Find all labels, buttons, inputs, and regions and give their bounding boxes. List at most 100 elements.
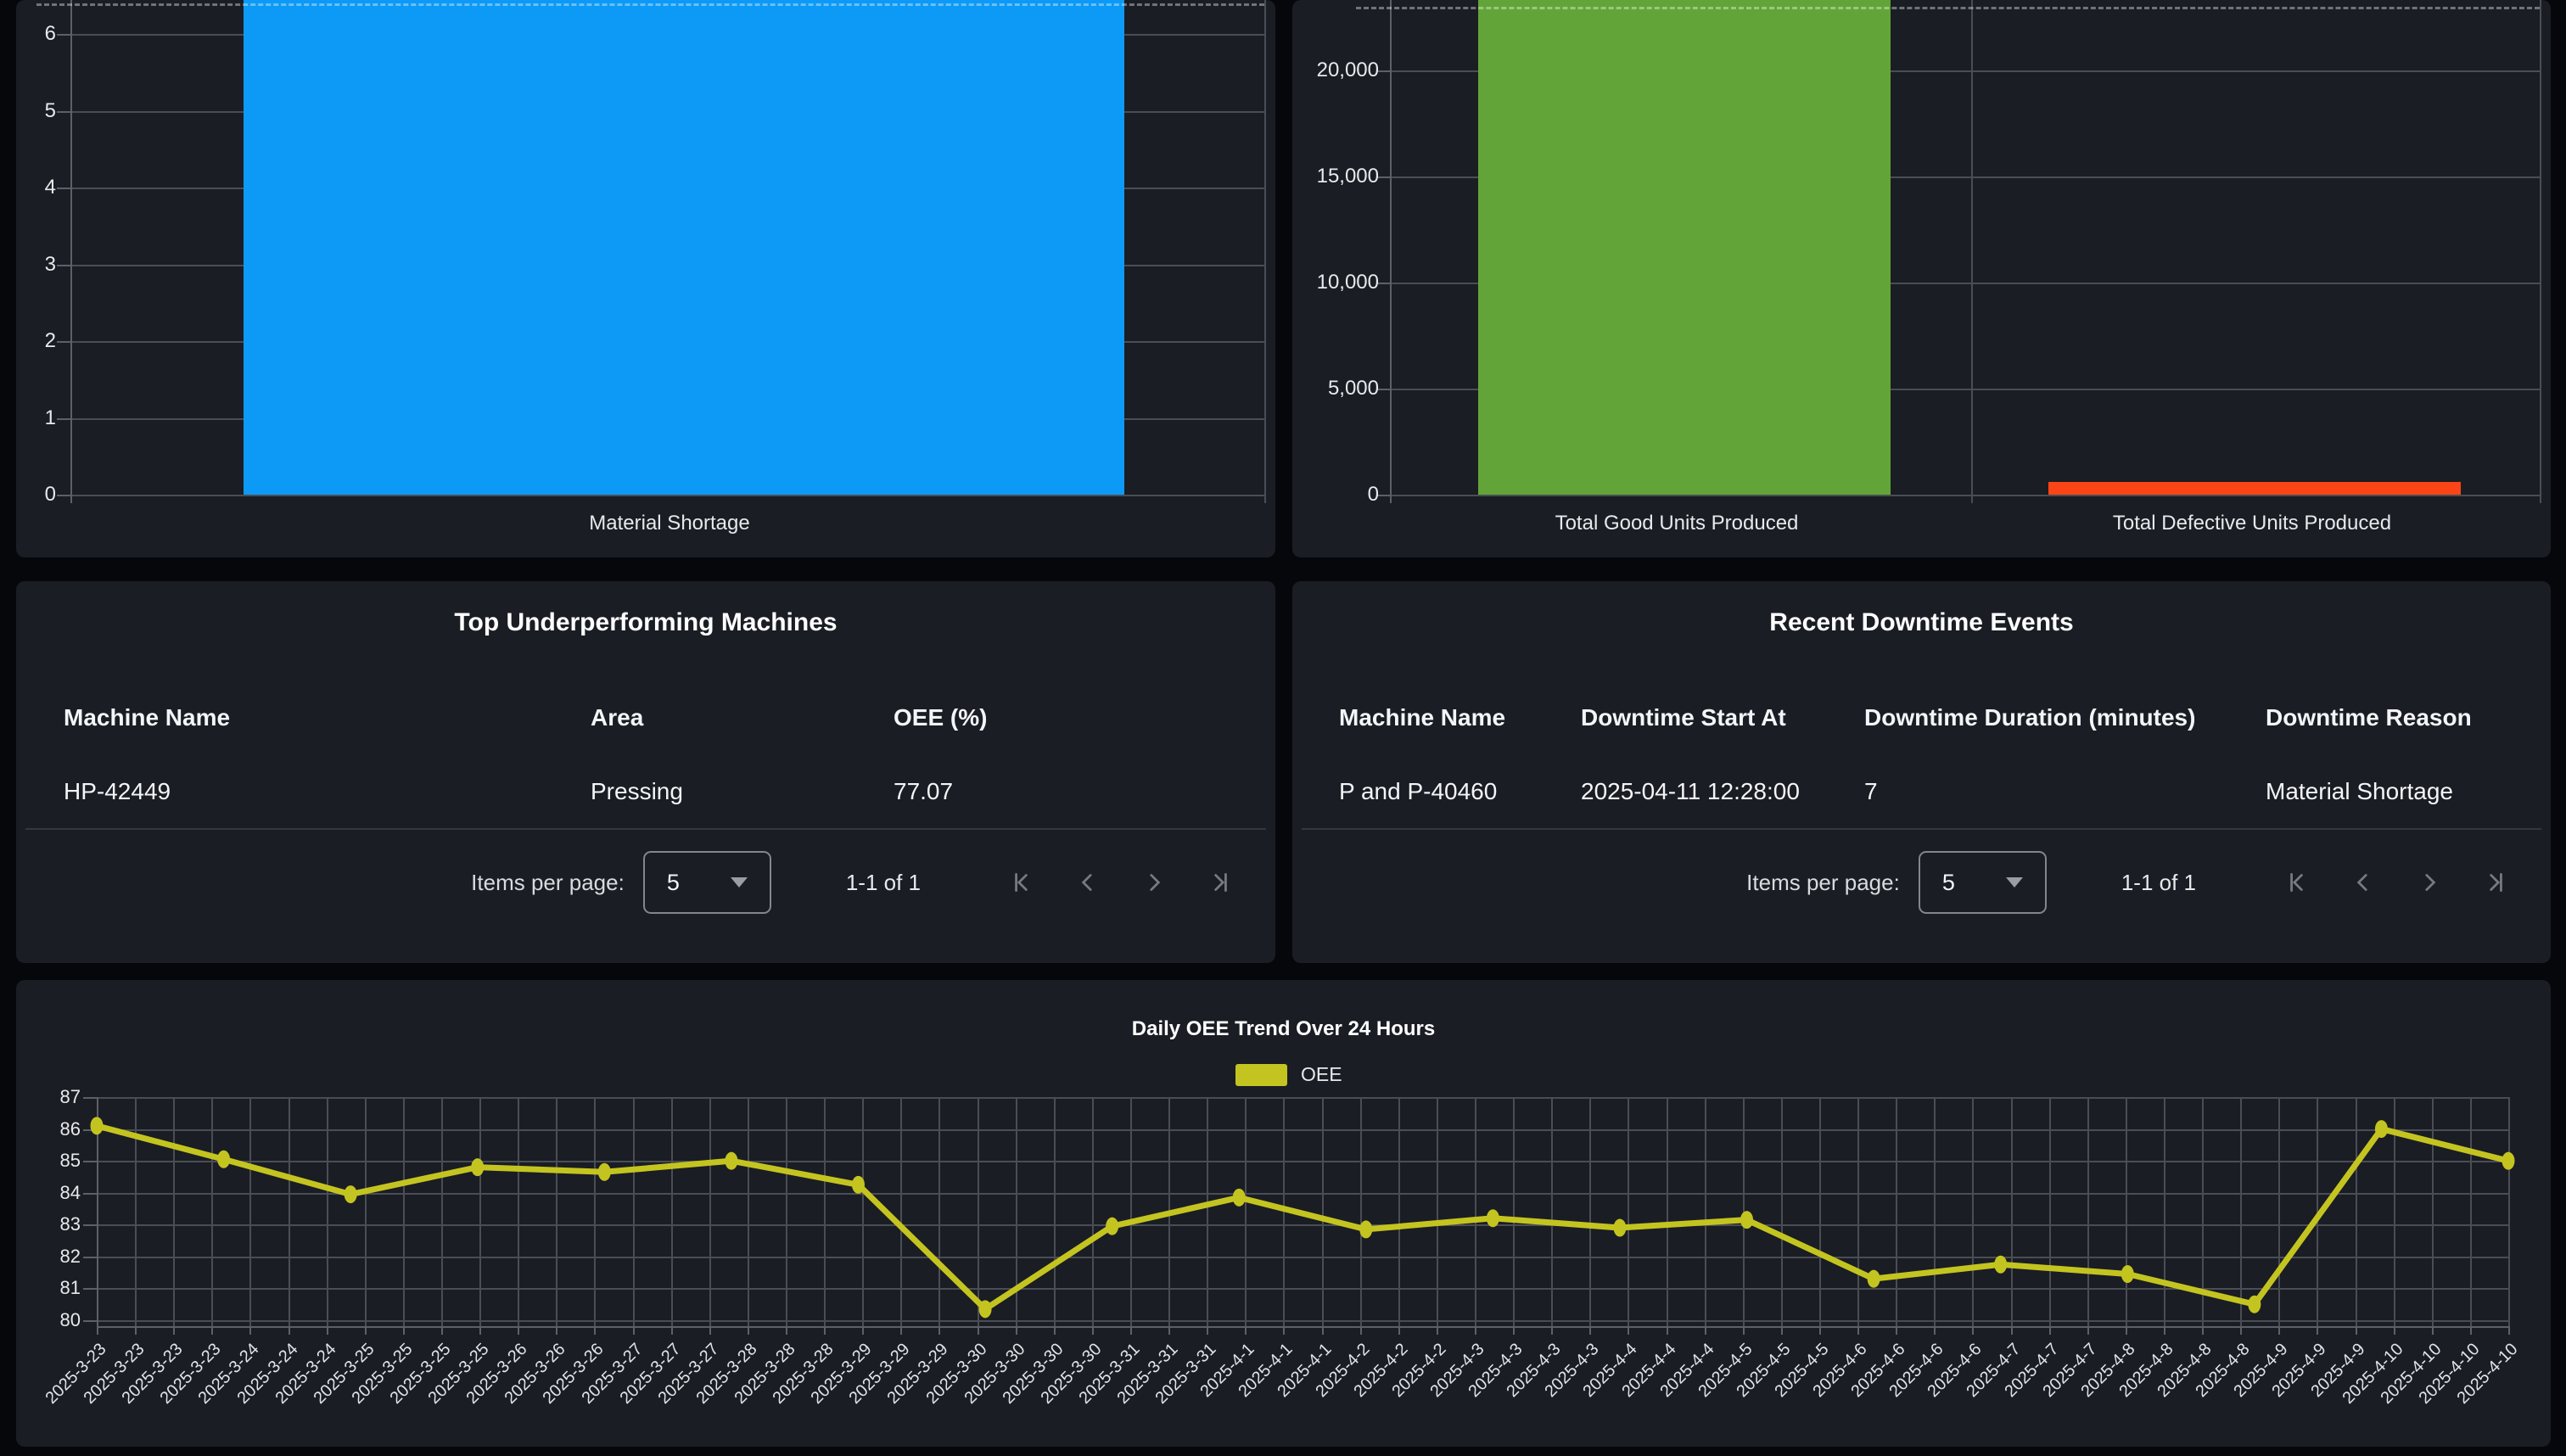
paginator: Items per page: 5 1-1 of 1 — [471, 851, 1233, 914]
line-point — [1994, 1256, 2007, 1274]
cell-machine-name: P and P-40460 — [1339, 778, 1497, 805]
underperforming-table-title: Top Underperforming Machines — [16, 608, 1275, 637]
gridline-h — [97, 1224, 2508, 1226]
gridline-v — [1054, 1097, 1056, 1326]
gridline-v — [135, 1097, 137, 1326]
axis-tick — [57, 495, 70, 496]
cell-machine-name: HP-42449 — [64, 778, 171, 805]
gridline-v — [594, 1097, 596, 1326]
items-per-page-select[interactable]: 5 — [643, 851, 771, 914]
cell-downtime-reason: Material Shortage — [2266, 778, 2453, 805]
gridline-v — [2011, 1097, 2013, 1326]
gridline-v — [2356, 1097, 2357, 1326]
column-header-downtime-reason: Downtime Reason — [2266, 704, 2472, 731]
chevron-right-icon — [2417, 870, 2442, 895]
y-axis-tick — [83, 1320, 97, 1322]
gridline-v — [403, 1097, 405, 1326]
gridline-v — [2432, 1097, 2434, 1326]
items-per-page-value: 5 — [1942, 870, 1955, 896]
y-tick-label: 3 — [16, 253, 56, 277]
gridline-v — [1819, 1097, 1821, 1326]
y-axis-line — [97, 1097, 98, 1326]
paginator: Items per page: 5 1-1 of 1 — [1746, 851, 2508, 914]
bar-total-defective-units-produced — [2048, 482, 2461, 495]
next-page-button[interactable] — [1141, 870, 1167, 895]
gridline-v — [1475, 1097, 1476, 1326]
gridline-v — [365, 1097, 367, 1326]
column-header-machine-name: Machine Name — [1339, 704, 1505, 731]
gridline-v — [1667, 1097, 1668, 1326]
items-per-page-select[interactable]: 5 — [1919, 851, 2047, 914]
last-page-icon — [1207, 870, 1233, 895]
items-per-page-value: 5 — [667, 870, 680, 896]
next-page-button[interactable] — [2417, 870, 2442, 895]
column-header-downtime-duration: Downtime Duration (minutes) — [1864, 704, 2195, 731]
line-point — [2248, 1296, 2261, 1313]
last-page-button[interactable] — [1207, 870, 1233, 895]
previous-page-button[interactable] — [1075, 870, 1101, 895]
y-tick-label: 83 — [21, 1213, 81, 1235]
x-axis-tick — [2508, 1326, 2510, 1335]
last-page-button[interactable] — [2483, 870, 2508, 895]
line-point — [979, 1300, 992, 1318]
gridline-v — [978, 1097, 979, 1326]
line-point — [217, 1151, 230, 1168]
y-tick-label: 84 — [21, 1182, 81, 1204]
gridline-v — [173, 1097, 175, 1326]
bar-material-shortage — [244, 0, 1124, 495]
first-page-button[interactable] — [2284, 870, 2310, 895]
axis-tick — [57, 265, 70, 266]
line-point — [598, 1163, 611, 1181]
gridline-v — [2278, 1097, 2280, 1326]
gridline-v — [1743, 1097, 1745, 1326]
gridline-v — [1168, 1097, 1170, 1326]
y-axis-tick — [83, 1224, 97, 1226]
line-point — [2121, 1265, 2134, 1283]
column-header-area: Area — [591, 704, 643, 731]
gridline-v — [479, 1097, 481, 1326]
row-separator — [25, 828, 1266, 830]
gridline-v — [1130, 1097, 1132, 1326]
previous-page-button[interactable] — [2350, 870, 2376, 895]
gridline-v — [938, 1097, 940, 1326]
bar-total-good-units-produced — [1478, 0, 1891, 495]
gridline-v — [1322, 1097, 1324, 1326]
gridline-v — [1016, 1097, 1017, 1326]
y-tick-label: 81 — [21, 1277, 81, 1299]
units-produced-bar-chart: 05,00010,00015,00020,000Total Good Units… — [1292, 0, 2551, 557]
dropdown-arrow-icon — [731, 877, 748, 888]
gridline-h — [97, 1161, 2508, 1162]
downtime-table-title: Recent Downtime Events — [1292, 608, 2551, 637]
gridline-v — [900, 1097, 902, 1326]
gridline-h — [97, 1288, 2508, 1290]
x-category-label: Total Good Units Produced — [1405, 512, 1948, 535]
gridline-v — [556, 1097, 557, 1326]
first-page-button[interactable] — [1009, 870, 1034, 895]
clipped-top-dashed-line — [1356, 7, 2540, 9]
chevron-right-icon — [1141, 870, 1167, 895]
gridline-v — [1857, 1097, 1859, 1326]
y-axis-tick — [83, 1129, 97, 1131]
column-header-machine-name: Machine Name — [64, 704, 230, 731]
column-header-oee: OEE (%) — [894, 704, 987, 731]
gridline-v — [2126, 1097, 2127, 1326]
gridline-v — [1513, 1097, 1515, 1326]
y-axis-tick — [83, 1161, 97, 1162]
gridline-h — [97, 1097, 2508, 1099]
gridline-v — [1360, 1097, 1362, 1326]
y-tick-label: 1 — [16, 406, 56, 430]
y-axis-tick — [83, 1288, 97, 1290]
gridline-v — [2394, 1097, 2395, 1326]
y-tick-label: 5 — [16, 99, 56, 123]
y-axis-tick — [83, 1193, 97, 1195]
chevron-left-icon — [1075, 870, 1101, 895]
axis-tick — [57, 418, 70, 420]
gridline-h — [97, 1129, 2508, 1131]
y-tick-label: 82 — [21, 1246, 81, 1268]
cell-downtime-start: 2025-04-11 12:28:00 — [1581, 778, 1800, 805]
gridline-v — [786, 1097, 787, 1326]
gridline-v — [1245, 1097, 1247, 1326]
gridline-v — [2540, 0, 2541, 503]
downtime-reason-chart-card: 0123456Material Shortage — [16, 0, 1275, 557]
line-point — [1868, 1270, 1880, 1288]
